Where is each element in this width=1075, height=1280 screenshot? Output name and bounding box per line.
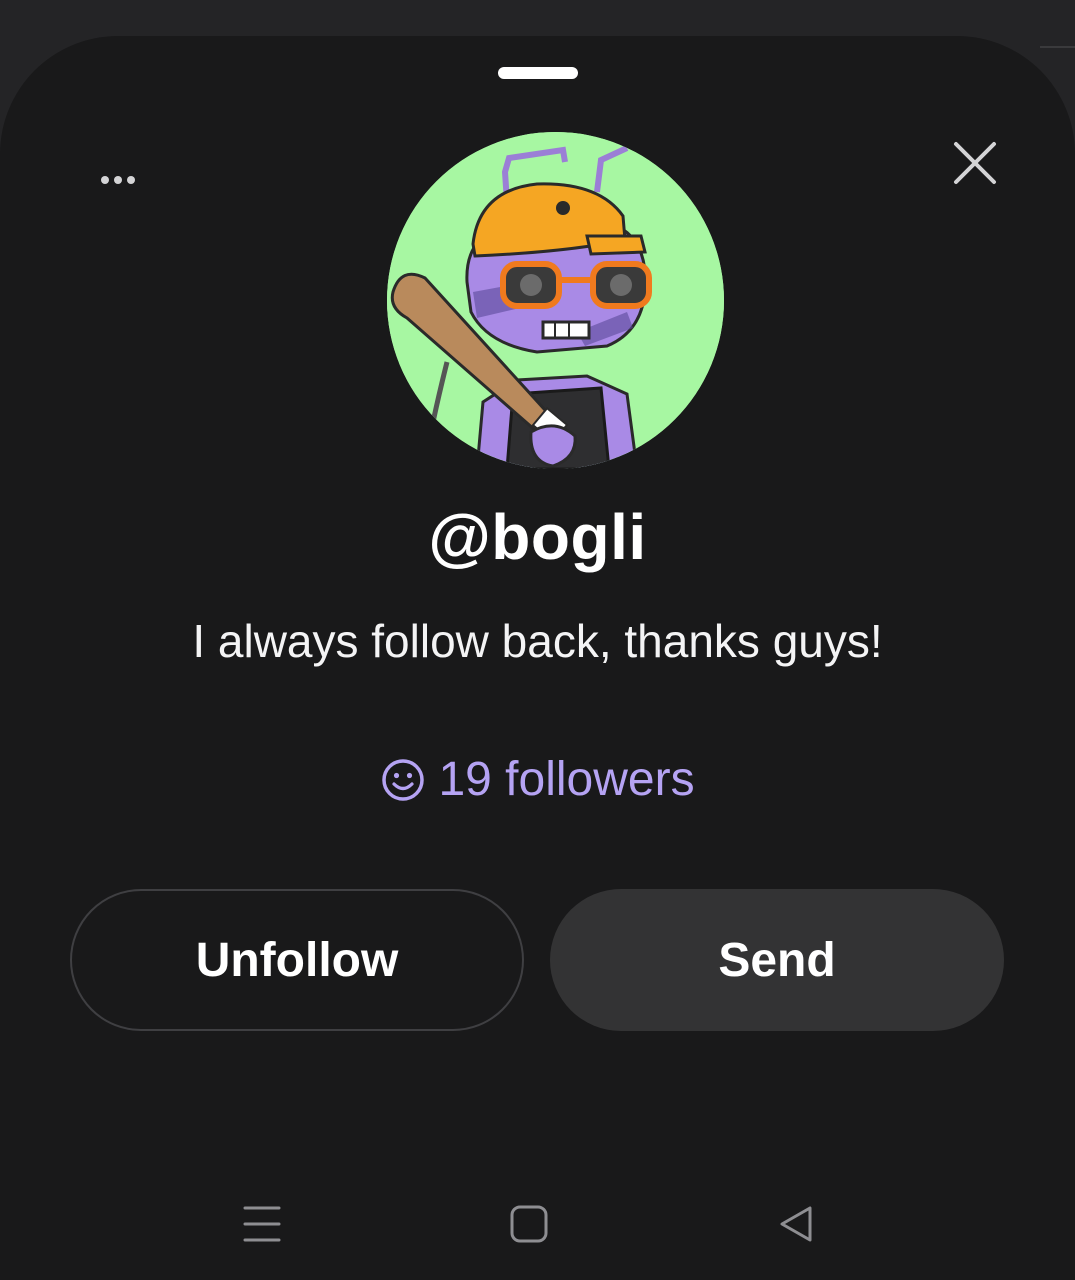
nav-back-button[interactable] bbox=[768, 1196, 824, 1252]
menu-lines-icon bbox=[243, 1206, 281, 1242]
profile-username: @bogli bbox=[428, 501, 647, 573]
followers-link[interactable]: 19 followers bbox=[0, 752, 1075, 807]
triangle-back-icon bbox=[780, 1206, 812, 1242]
unfollow-button[interactable]: Unfollow bbox=[70, 889, 524, 1031]
more-options-button[interactable] bbox=[90, 160, 146, 200]
unfollow-label: Unfollow bbox=[195, 933, 399, 987]
nav-recents-button[interactable] bbox=[234, 1196, 290, 1252]
background-divider bbox=[1040, 46, 1075, 48]
more-horizontal-icon bbox=[99, 176, 138, 184]
send-button[interactable]: Send bbox=[550, 889, 1004, 1031]
profile-bio: I always follow back, thanks guys! bbox=[192, 615, 883, 667]
sheet-grab-handle[interactable] bbox=[498, 67, 578, 79]
system-navigation-bar bbox=[0, 1180, 1075, 1260]
close-icon bbox=[954, 142, 996, 184]
avatar bbox=[387, 132, 724, 469]
smiley-icon bbox=[382, 758, 425, 801]
nav-home-button[interactable] bbox=[501, 1196, 557, 1252]
followers-count: 19 followers bbox=[438, 753, 695, 806]
avatar-image bbox=[387, 132, 724, 469]
send-label: Send bbox=[718, 933, 836, 987]
square-home-icon bbox=[510, 1205, 548, 1243]
close-button[interactable] bbox=[946, 134, 1004, 192]
